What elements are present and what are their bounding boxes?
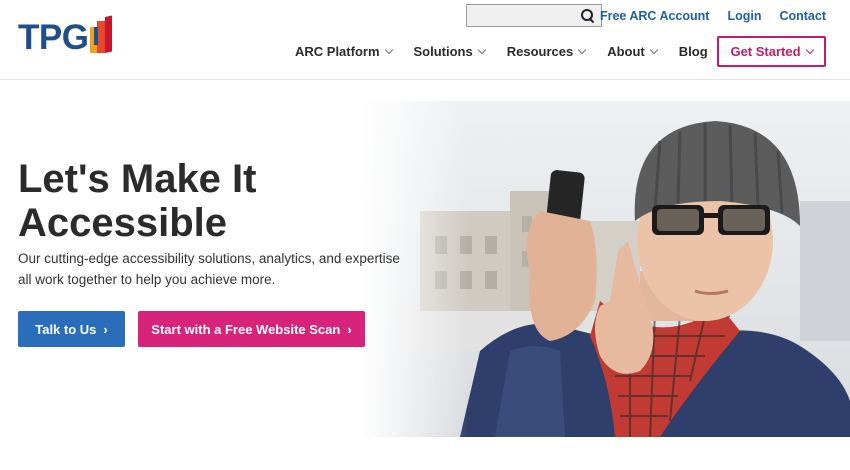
site-header: TPG Free ARC Account Login Contact ARC P… [0, 0, 850, 80]
utility-nav: Free ARC Account Login Contact [600, 9, 826, 23]
hero-title: Let's Make It Accessible [18, 157, 257, 245]
tpgi-logo[interactable]: TPG [18, 14, 116, 60]
nav-item-resources[interactable]: Resources [507, 44, 587, 59]
hero-section: Let's Make It Accessible Our cutting-edg… [0, 81, 850, 470]
logo-text: TPG [18, 17, 89, 57]
logo-mark-icon [90, 15, 116, 57]
contact-link[interactable]: Contact [779, 9, 826, 23]
nav-item-about[interactable]: About [607, 44, 659, 59]
chevron-down-icon [384, 45, 393, 54]
free-arc-account-link[interactable]: Free ARC Account [600, 9, 710, 23]
search-box [466, 4, 602, 27]
hero-subtitle: Our cutting-edge accessibility solutions… [18, 251, 400, 287]
chevron-down-icon [477, 45, 486, 54]
login-link[interactable]: Login [727, 9, 761, 23]
talk-to-us-button[interactable]: Talk to Us › [18, 311, 125, 347]
get-started-button[interactable]: Get Started [717, 36, 826, 67]
nav-item-arc-platform[interactable]: ARC Platform [295, 44, 393, 59]
chevron-down-icon [649, 45, 659, 54]
nav-item-solutions[interactable]: Solutions [414, 44, 486, 59]
chevron-down-icon [577, 45, 587, 54]
nav-item-blog[interactable]: Blog [679, 44, 708, 59]
search-input[interactable] [467, 5, 577, 26]
chevron-right-icon: › [347, 321, 352, 337]
search-icon[interactable] [581, 8, 595, 23]
main-nav: ARC Platform Solutions Resources About B… [295, 44, 731, 59]
free-website-scan-button[interactable]: Start with a Free Website Scan › [138, 311, 365, 347]
chevron-down-icon [805, 45, 814, 54]
chevron-right-icon: › [103, 321, 108, 337]
hero-photo [360, 101, 850, 437]
